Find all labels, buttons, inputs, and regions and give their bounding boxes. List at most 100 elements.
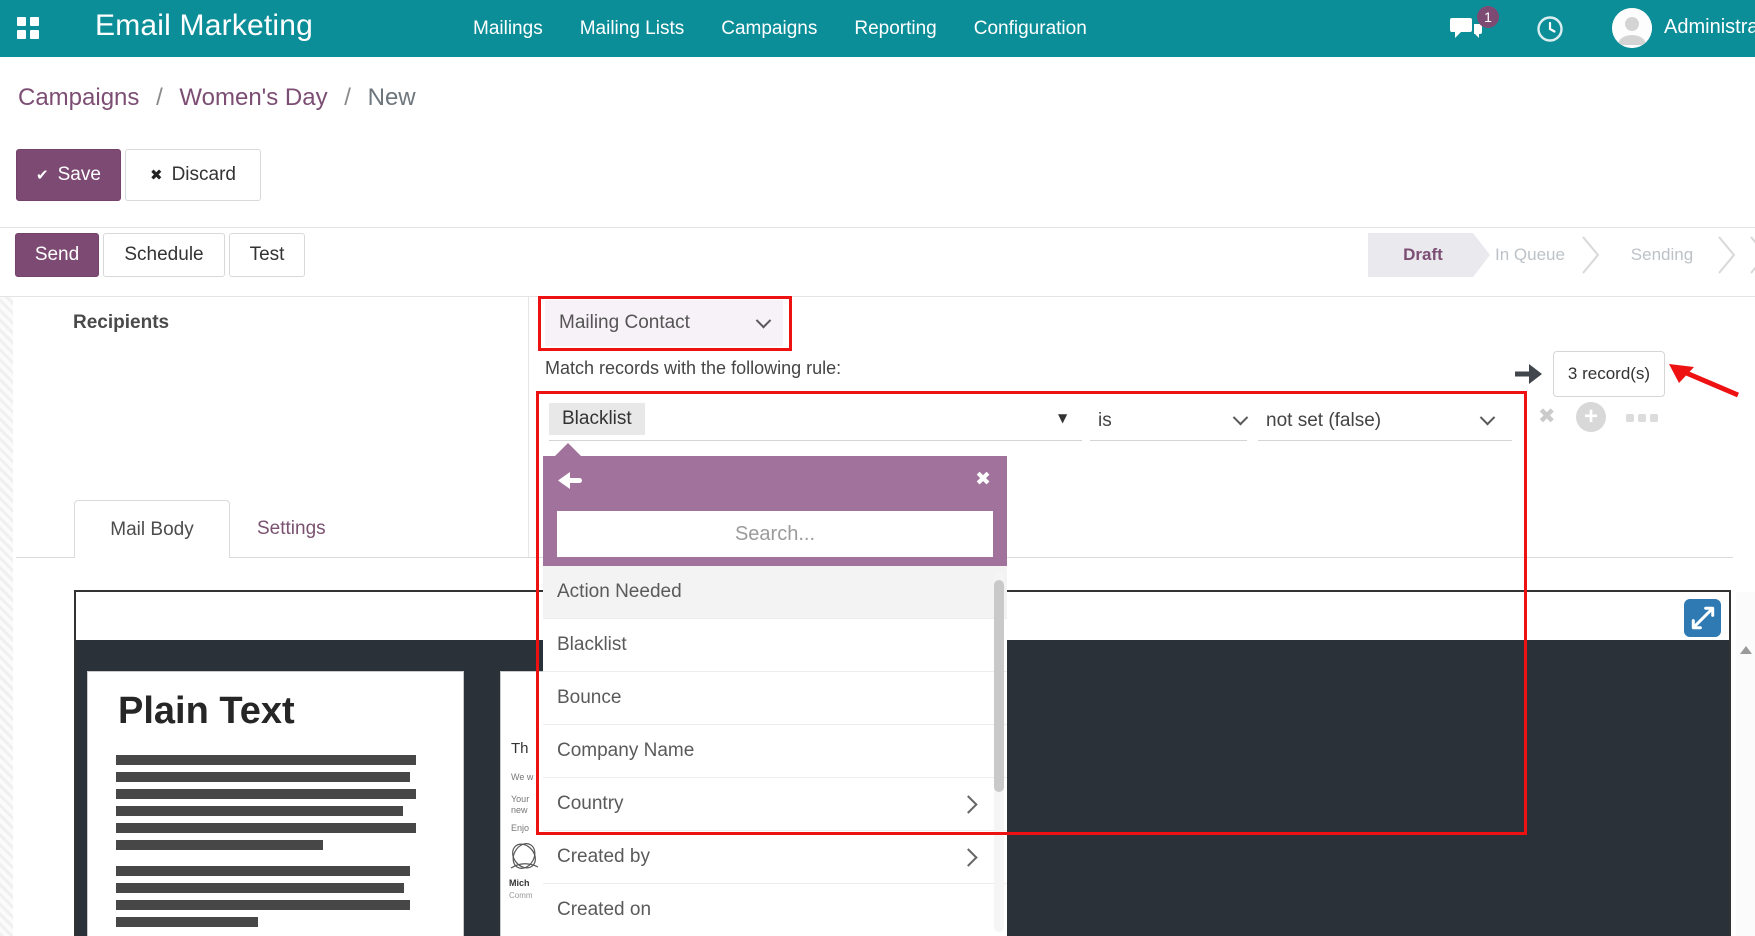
discard-label: Discard <box>172 164 236 186</box>
breadcrumb: Campaigns / Women's Day / New <box>18 84 416 112</box>
test-label: Test <box>250 244 285 266</box>
field-underline <box>549 440 1082 441</box>
list-item-bounce[interactable]: Bounce <box>543 672 1007 725</box>
list-item-blacklist[interactable]: Blacklist <box>543 619 1007 672</box>
field-underline <box>1090 440 1247 441</box>
annotation-arrow <box>1666 360 1746 407</box>
popup-scrollbar-thumb[interactable] <box>994 580 1004 792</box>
template-card-plain-text[interactable]: Plain Text <box>87 671 464 936</box>
scroll-up-icon[interactable] <box>1740 646 1752 654</box>
menu-campaigns[interactable]: Campaigns <box>721 18 817 40</box>
partial-line: Enjo <box>511 823 529 833</box>
delete-rule-icon[interactable]: ✖ <box>1538 404 1556 428</box>
divider <box>0 296 1755 297</box>
apps-grid-icon[interactable] <box>17 17 39 39</box>
text-line-bar <box>116 840 323 850</box>
breadcrumb-separator: / <box>344 84 351 111</box>
add-rule-icon[interactable]: + <box>1576 402 1606 432</box>
schedule-button[interactable]: Schedule <box>103 233 225 277</box>
close-icon[interactable]: ✖ <box>975 468 991 490</box>
schedule-label: Schedule <box>124 244 203 266</box>
brand-logo-icon <box>507 840 541 881</box>
chevron-down-icon <box>1480 410 1496 426</box>
list-item-label: Created by <box>557 846 650 868</box>
app-title[interactable]: Email Marketing <box>95 9 313 43</box>
caret-down-icon[interactable]: ▼ <box>1058 411 1067 425</box>
text-line-bar <box>116 883 404 893</box>
menu-mailings[interactable]: Mailings <box>473 18 543 40</box>
menu-reporting[interactable]: Reporting <box>854 18 936 40</box>
popup-pointer <box>555 443 581 456</box>
stage-in-queue[interactable]: In Queue <box>1490 233 1570 277</box>
partial-line: new <box>511 805 528 815</box>
tab-settings[interactable]: Settings <box>257 500 326 557</box>
rule-value-select[interactable]: not set (false) <box>1266 410 1493 432</box>
list-item-action-needed[interactable]: Action Needed <box>543 566 1007 619</box>
chevron-right-icon <box>959 795 977 813</box>
email-marketing-app: Email Marketing Mailings Mailing Lists C… <box>0 0 1755 936</box>
popup-header: ✖ <box>543 456 1007 566</box>
popup-scrollbar[interactable] <box>994 572 1004 932</box>
stage-separator-icon <box>1716 233 1738 282</box>
stage-draft[interactable]: Draft <box>1368 233 1490 277</box>
top-navbar: Email Marketing Mailings Mailing Lists C… <box>0 0 1755 57</box>
fullscreen-expand-icon[interactable] <box>1684 599 1721 637</box>
rule-operator-select[interactable]: is <box>1098 410 1246 432</box>
sheet-edge-pattern <box>0 297 13 936</box>
partial-line: We w <box>511 772 533 782</box>
more-options-icon[interactable] <box>1626 414 1658 422</box>
list-item-country[interactable]: Country <box>543 778 1007 831</box>
list-item-label: Bounce <box>557 687 621 709</box>
breadcrumb-campaigns[interactable]: Campaigns <box>18 84 139 111</box>
search-input[interactable] <box>557 511 993 557</box>
recipients-label: Recipients <box>73 312 169 334</box>
rule-field-input[interactable]: Blacklist <box>549 403 645 435</box>
list-item-label: Created on <box>557 899 651 921</box>
main-menu: Mailings Mailing Lists Campaigns Reporti… <box>473 0 1087 57</box>
match-rule-text: Match records with the following rule: <box>545 358 841 379</box>
recipients-model-value: Mailing Contact <box>559 312 690 334</box>
message-count-badge: 1 <box>1477 6 1499 28</box>
text-line-bar <box>116 772 410 782</box>
list-item-label: Country <box>557 793 624 815</box>
activities-clock-icon[interactable] <box>1536 15 1564 48</box>
back-arrow-icon[interactable] <box>557 470 585 497</box>
recipients-model-select[interactable]: Mailing Contact <box>545 300 783 346</box>
field-list: Action Needed Blacklist Bounce Company N… <box>543 566 1007 936</box>
template-title: Plain Text <box>118 690 435 733</box>
preview-scrollbar[interactable] <box>1736 592 1755 936</box>
record-count-button[interactable]: 3 record(s) <box>1553 351 1665 397</box>
field-underline <box>1258 440 1512 441</box>
send-button[interactable]: Send <box>15 233 99 277</box>
list-item-created-on[interactable]: Created on <box>543 884 1007 936</box>
test-button[interactable]: Test <box>229 233 305 277</box>
menu-mailing-lists[interactable]: Mailing Lists <box>580 18 685 40</box>
text-line-bar <box>116 866 410 876</box>
list-item-company-name[interactable]: Company Name <box>543 725 1007 778</box>
text-line-bar <box>116 917 258 927</box>
menu-configuration[interactable]: Configuration <box>974 18 1087 40</box>
list-item-created-by[interactable]: Created by <box>543 831 1007 884</box>
breadcrumb-womens-day[interactable]: Women's Day <box>179 84 327 111</box>
rule-operator-value: is <box>1098 410 1112 431</box>
stage-sending[interactable]: Sending <box>1622 233 1702 277</box>
tab-mail-body[interactable]: Mail Body <box>74 500 230 558</box>
user-avatar[interactable] <box>1612 8 1652 48</box>
group-divider <box>528 297 529 557</box>
partial-heading: Th <box>511 740 529 757</box>
list-item-label: Blacklist <box>557 634 627 656</box>
discard-button[interactable]: ✖ Discard <box>125 149 261 201</box>
stage-separator-icon <box>1748 233 1755 282</box>
brand-subtitle: Comm <box>509 891 533 900</box>
text-line-bar <box>116 823 416 833</box>
rule-value-value: not set (false) <box>1266 410 1381 431</box>
breadcrumb-current: New <box>368 84 416 111</box>
chevron-down-icon <box>1233 410 1249 426</box>
partial-line: Your <box>511 794 529 804</box>
text-line-bar <box>116 755 416 765</box>
user-name[interactable]: Administrator <box>1664 16 1755 39</box>
save-button[interactable]: ✔ Save <box>16 149 121 201</box>
text-line-bar <box>116 900 410 910</box>
save-label: Save <box>58 164 101 186</box>
field-picker-popup: ✖ Action Needed Blacklist Bounce Company… <box>543 443 1007 936</box>
